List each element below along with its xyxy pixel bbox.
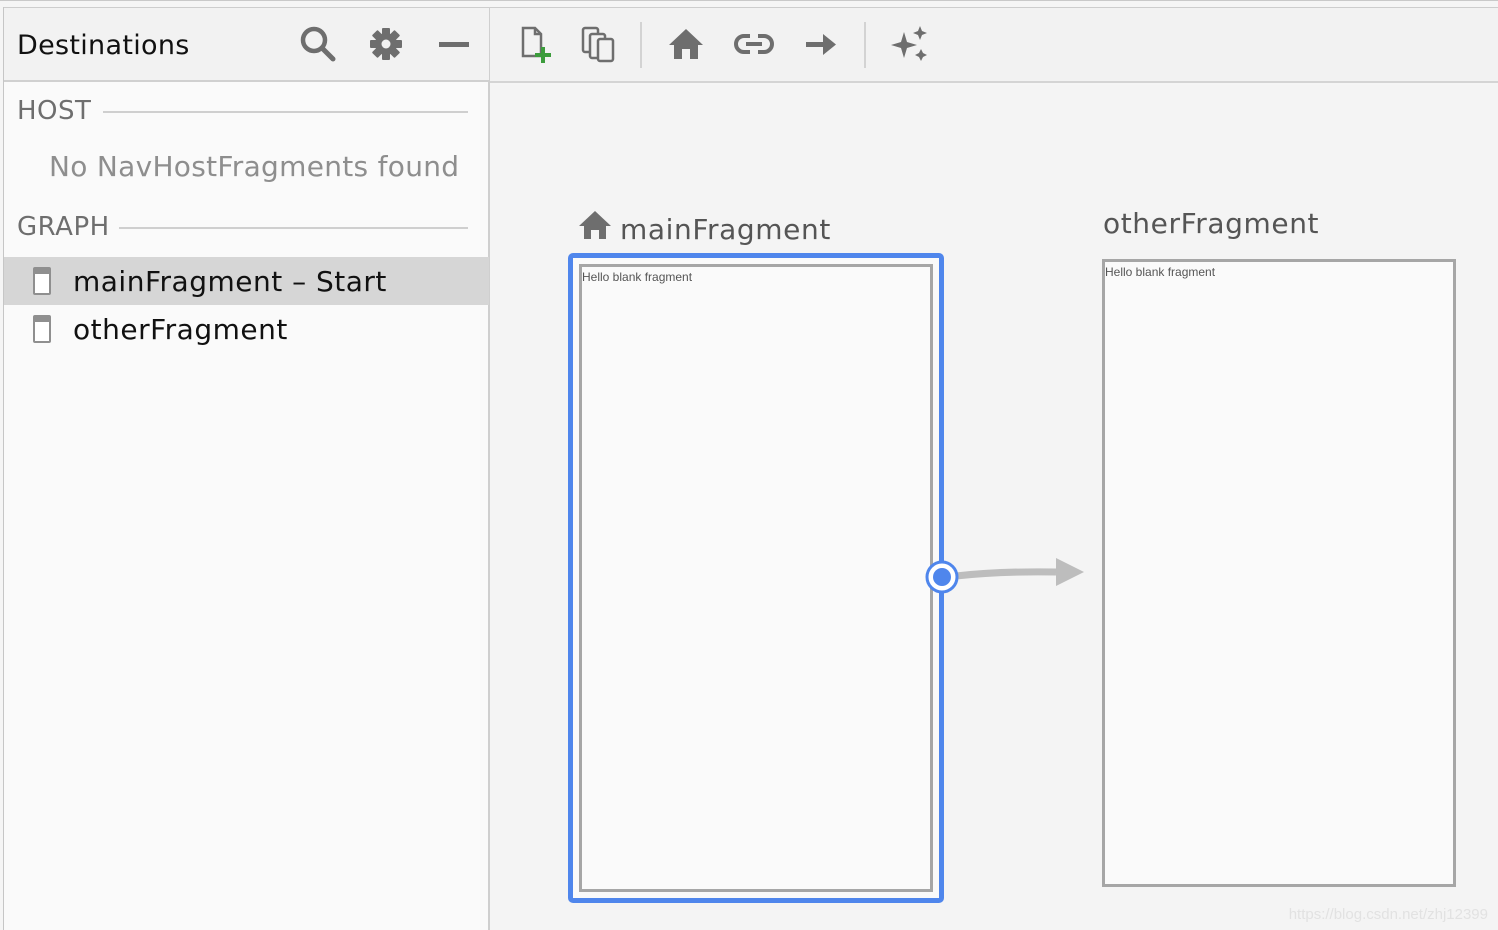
destination-node-mainfragment[interactable]: Hello blank fragment [568, 253, 944, 903]
otherfragment-title: otherFragment [1103, 207, 1320, 240]
mainfragment-title: mainFragment [620, 213, 831, 246]
graph-section-divider [119, 227, 468, 229]
editor-toolbar [490, 7, 1498, 83]
search-icon[interactable] [298, 24, 338, 64]
destinations-title: Destinations [17, 30, 190, 61]
host-section-divider [103, 111, 468, 113]
fragment-icon [33, 267, 51, 295]
destination-item-label: mainFragment – Start [73, 264, 387, 298]
action-connection[interactable] [920, 550, 1090, 610]
fragment-preview: Hello blank fragment [579, 264, 933, 892]
gear-icon[interactable] [366, 24, 406, 64]
navigation-editor: Destinations HOST No NavHostFragments fo… [0, 0, 1498, 930]
home-icon[interactable] [664, 22, 708, 66]
nested-graph-icon[interactable] [576, 22, 620, 66]
toolbar-separator [864, 22, 866, 68]
action-arrow-icon[interactable] [800, 22, 844, 66]
toolbar-separator [640, 22, 642, 68]
destination-item-otherfragment[interactable]: otherFragment [4, 305, 489, 353]
destinations-header: Destinations [4, 7, 489, 82]
graph-canvas[interactable]: mainFragment Hello blank fragment otherF… [490, 85, 1498, 930]
destinations-panel: Destinations HOST No NavHostFragments fo… [3, 7, 490, 930]
new-destination-icon[interactable] [513, 22, 557, 66]
start-destination-home-icon [579, 211, 611, 239]
graph-section-label: GRAPH [17, 212, 110, 242]
preview-text: Hello blank fragment [1105, 265, 1216, 279]
auto-arrange-icon[interactable] [888, 22, 932, 66]
host-section-label: HOST [17, 96, 92, 126]
fragment-icon [33, 315, 51, 343]
preview-text: Hello blank fragment [582, 270, 693, 284]
destination-item-label: otherFragment [73, 312, 288, 346]
destination-node-otherfragment[interactable]: Hello blank fragment [1102, 259, 1456, 887]
destination-item-mainfragment[interactable]: mainFragment – Start [4, 257, 489, 305]
no-host-message: No NavHostFragments found [49, 150, 460, 183]
minimize-icon[interactable] [434, 24, 474, 64]
deep-link-icon[interactable] [732, 22, 776, 66]
watermark: https://blog.csdn.net/zhj12399 [1288, 906, 1488, 923]
